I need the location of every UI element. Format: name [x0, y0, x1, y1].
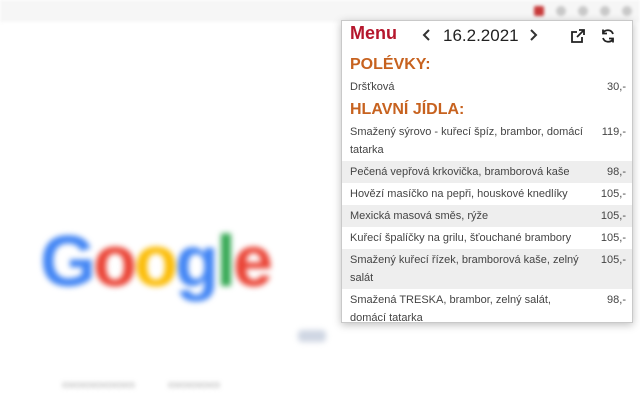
- menu-item: Smažený sýrovo - kuřecí špíz, brambor, d…: [342, 121, 632, 161]
- item-price: 105,-: [600, 232, 626, 244]
- menu-item: Kuřecí špalíčky na grilu, šťouchané bram…: [342, 227, 632, 249]
- item-name: Kuřecí špalíčky na grilu, šťouchané bram…: [350, 232, 572, 244]
- item-name: Dršťková: [350, 81, 395, 93]
- search-icons: [298, 330, 326, 342]
- search-button[interactable]: ▭▭▭▭▭▭▭: [62, 378, 135, 391]
- main-dishes-section: HLAVNÍ JÍDLA: Smažený sýrovo - kuřecí šp…: [342, 99, 632, 323]
- popup-title: Menu: [350, 23, 397, 43]
- item-price: 105,-: [600, 188, 626, 200]
- item-name: Pečená vepřová krkovička, bramborová kaš…: [350, 166, 570, 178]
- browser-toolbar: [0, 0, 640, 22]
- extension-icon[interactable]: [578, 6, 588, 16]
- open-external-icon[interactable]: [570, 28, 586, 44]
- menu-item: Smažený kuřecí řízek, bramborová kaše, z…: [342, 249, 632, 289]
- item-price: 105,-: [600, 210, 626, 222]
- item-name: Smažený sýrovo - kuřecí špíz, brambor, d…: [350, 126, 583, 156]
- soups-section: POLÉVKY: Dršťková 30,-: [342, 54, 632, 98]
- extension-icon[interactable]: [534, 6, 544, 16]
- menu-popup: Menu 16.2.2021 POLÉVKY: Dršťková 30,- HL…: [341, 20, 633, 323]
- item-price: 119,-: [601, 126, 626, 138]
- menu-item: Mexická masová směs, rýže 105,-: [342, 205, 632, 227]
- lucky-button[interactable]: ▭▭▭▭▭: [168, 378, 220, 391]
- item-price: 98,-: [607, 294, 626, 306]
- item-price: 98,-: [607, 166, 626, 178]
- popup-header: Menu 16.2.2021: [342, 21, 632, 53]
- item-price: 30,-: [607, 81, 626, 93]
- item-name: Hovězí masíčko na pepři, houskové knedlí…: [350, 188, 568, 200]
- chevron-right-icon[interactable]: [526, 27, 540, 48]
- section-title: POLÉVKY:: [350, 56, 431, 73]
- item-price: 105,-: [600, 254, 626, 266]
- section-title: HLAVNÍ JÍDLA:: [350, 101, 465, 118]
- menu-item: Hovězí masíčko na pepři, houskové knedlí…: [342, 183, 632, 205]
- google-logo: Google: [40, 222, 273, 302]
- popup-date: 16.2.2021: [443, 26, 519, 45]
- chevron-left-icon[interactable]: [420, 27, 434, 48]
- refresh-icon[interactable]: [600, 28, 616, 44]
- item-name: Smažená TRESKA, brambor, zelný salát, do…: [350, 294, 551, 323]
- extension-icon[interactable]: [556, 6, 566, 16]
- menu-item: Smažená TRESKA, brambor, zelný salát, do…: [342, 289, 632, 323]
- menu-item: Pečená vepřová krkovička, bramborová kaš…: [342, 161, 632, 183]
- item-name: Mexická masová směs, rýže: [350, 210, 489, 222]
- menu-icon[interactable]: [622, 6, 632, 16]
- menu-item: Dršťková 30,-: [342, 76, 632, 98]
- item-name: Smažený kuřecí řízek, bramborová kaše, z…: [350, 254, 579, 284]
- extension-icon[interactable]: [600, 6, 610, 16]
